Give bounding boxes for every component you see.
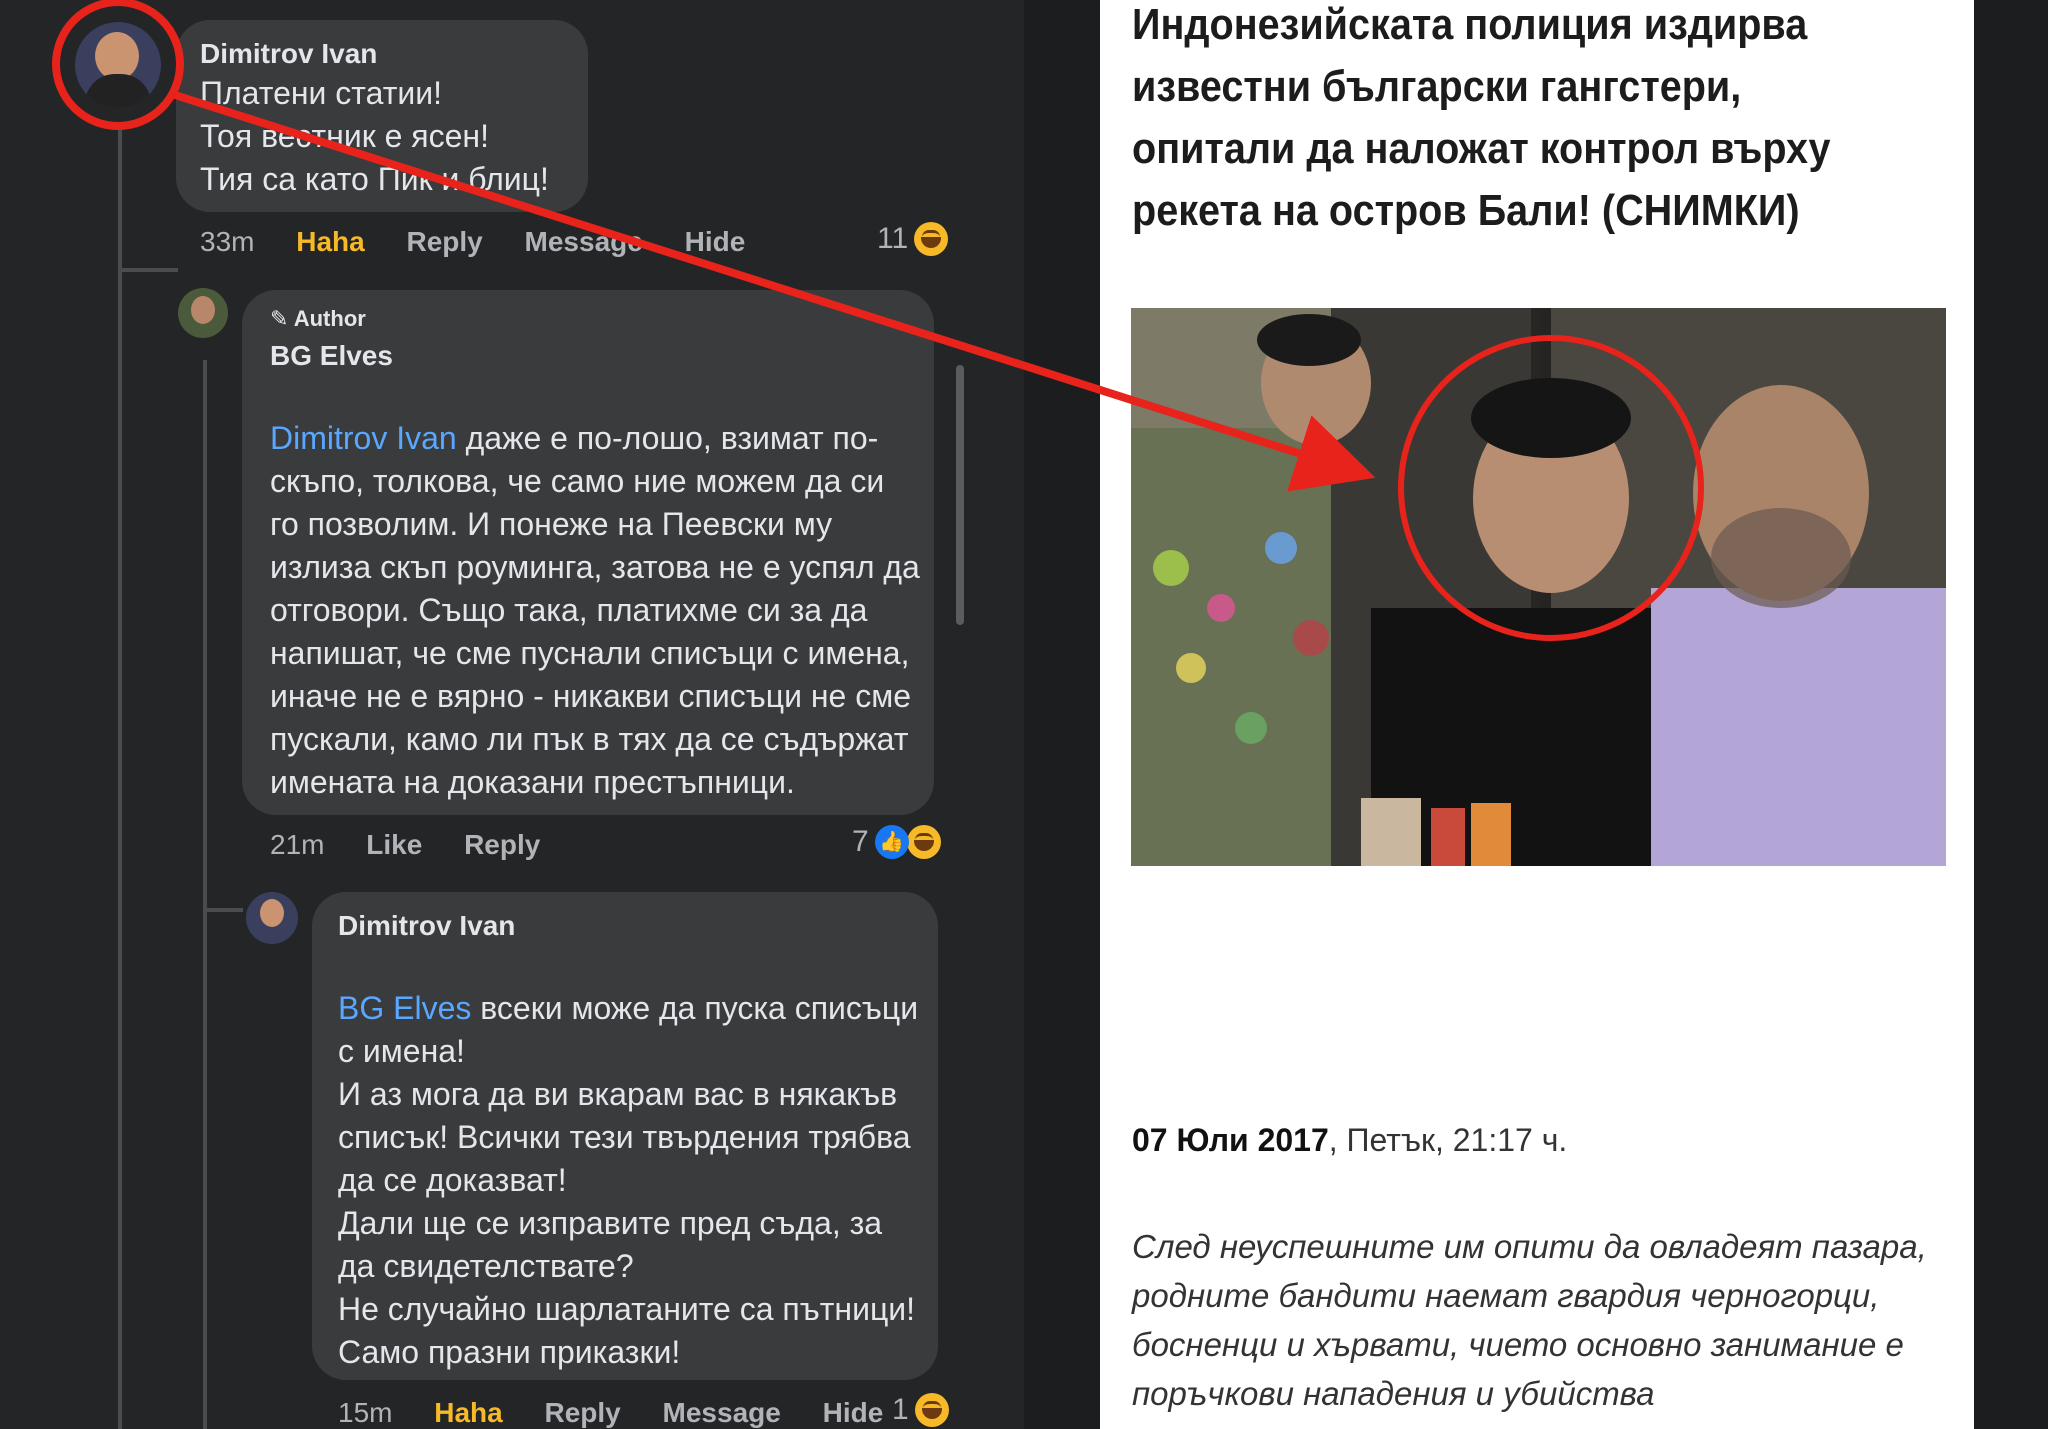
hide-button[interactable]: Hide bbox=[823, 1397, 884, 1428]
divider bbox=[1024, 0, 1100, 1429]
article-headline: Индонезийската полиция издирва известни … bbox=[1132, 0, 1831, 235]
mention-link[interactable]: BG Elves bbox=[338, 990, 471, 1026]
comment-author[interactable]: BG Elves bbox=[270, 340, 393, 372]
comments-panel: Dimitrov Ivan Платени статии! Тоя вестни… bbox=[0, 0, 1024, 1429]
mention-link[interactable]: Dimitrov Ivan bbox=[270, 420, 457, 456]
like-emoji-icon: 👍 bbox=[874, 825, 909, 859]
comment-actions: 21m Like Reply bbox=[270, 829, 574, 861]
comment-text: Dimitrov Ivan даже е по-лошо, взимат по-… bbox=[270, 420, 920, 800]
reply-button[interactable]: Reply bbox=[545, 1397, 621, 1428]
article-lede: След неуспешните им опити да овладеят па… bbox=[1132, 1228, 1927, 1412]
message-button[interactable]: Message bbox=[525, 226, 643, 257]
article-date: 07 Юли 2017, Петък, 21:17 ч. bbox=[1132, 1122, 1568, 1158]
avatar[interactable] bbox=[178, 288, 228, 338]
reaction-summary[interactable]: 7 👍 bbox=[852, 825, 941, 859]
reaction-summary[interactable]: 11 bbox=[877, 222, 949, 256]
right-edge bbox=[1974, 0, 2048, 1429]
scrollbar[interactable] bbox=[956, 365, 964, 625]
photo-illustration bbox=[1131, 308, 1946, 866]
reaction-count: 1 bbox=[892, 1393, 909, 1426]
comment-timestamp[interactable]: 33m bbox=[200, 226, 254, 257]
reaction-summary[interactable]: 1 bbox=[892, 1393, 949, 1427]
like-button[interactable]: Like bbox=[366, 829, 422, 860]
author-badge: ✎ Author bbox=[270, 306, 366, 331]
comment-author[interactable]: Dimitrov Ivan bbox=[200, 38, 377, 70]
message-button[interactable]: Message bbox=[663, 1397, 781, 1428]
thread-line-reply bbox=[203, 360, 207, 1429]
comment-timestamp[interactable]: 21m bbox=[270, 829, 324, 860]
reaction-count: 7 bbox=[852, 825, 869, 858]
reaction-count: 11 bbox=[877, 222, 909, 255]
haha-button[interactable]: Haha bbox=[296, 226, 364, 257]
comment-actions: 33m Haha Reply Message Hide bbox=[200, 226, 779, 258]
thread-line bbox=[118, 130, 122, 1429]
reply-button[interactable]: Reply bbox=[407, 226, 483, 257]
comment-text: Платени статии! Тоя вестник е ясен! Тия … bbox=[200, 75, 549, 197]
pen-icon: ✎ bbox=[270, 306, 289, 331]
thread-branch bbox=[118, 268, 178, 272]
article-photo bbox=[1131, 308, 1946, 866]
comment-text: BG Elves всеки може да пуска списъци с и… bbox=[338, 990, 919, 1370]
comment-timestamp[interactable]: 15m bbox=[338, 1397, 392, 1428]
comment-actions: 15m Haha Reply Message Hide bbox=[338, 1397, 917, 1429]
haha-emoji-icon bbox=[906, 825, 941, 859]
reply-button[interactable]: Reply bbox=[464, 829, 540, 860]
avatar[interactable] bbox=[75, 22, 161, 108]
avatar[interactable] bbox=[246, 892, 298, 944]
haha-button[interactable]: Haha bbox=[434, 1397, 502, 1428]
thread-branch-reply bbox=[203, 908, 243, 912]
hide-button[interactable]: Hide bbox=[685, 226, 746, 257]
haha-emoji-icon bbox=[914, 1393, 949, 1427]
haha-emoji-icon bbox=[914, 222, 949, 256]
comment-author[interactable]: Dimitrov Ivan bbox=[338, 910, 515, 942]
